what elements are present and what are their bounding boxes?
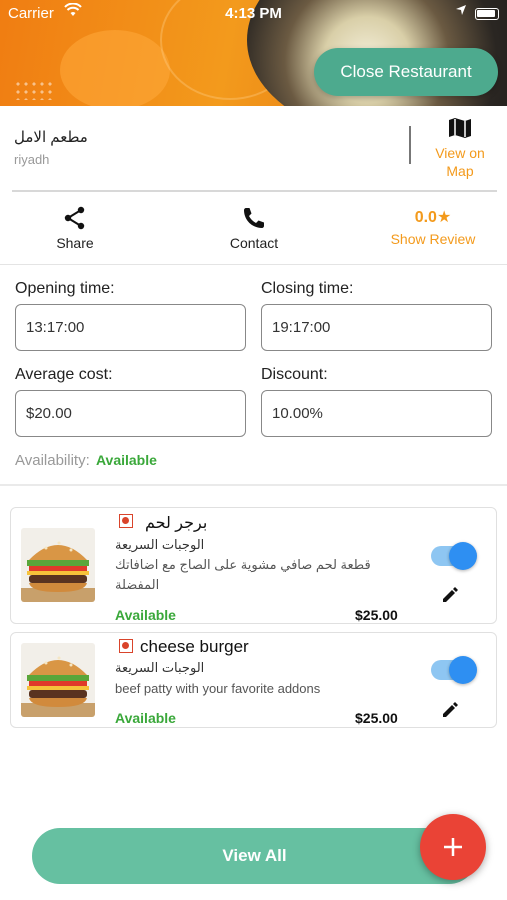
divider — [409, 126, 411, 164]
availability-row: Availability: Available — [15, 452, 157, 469]
location-arrow-icon — [455, 4, 467, 19]
edit-icon[interactable] — [441, 701, 459, 719]
menu-item-category: الوجبات السريعة — [115, 660, 205, 675]
non-veg-icon — [119, 639, 133, 653]
edit-icon[interactable] — [441, 586, 459, 604]
non-veg-icon — [119, 514, 133, 528]
burger-image — [21, 528, 95, 602]
availability-toggle[interactable] — [431, 542, 477, 570]
menu-item-status: Available — [115, 710, 176, 726]
menu-item-title: cheese burger — [140, 637, 249, 656]
divider — [0, 484, 507, 486]
view-all-button[interactable]: View All — [32, 828, 477, 884]
view-on-map-label: View on Map — [435, 145, 485, 179]
availability-toggle[interactable] — [431, 656, 477, 684]
contact-label: Contact — [229, 235, 279, 251]
closing-time-field[interactable]: 19:17:00 — [261, 304, 492, 351]
menu-item-description: قطعة لحم صافي مشوية على الصاج مع اضافاتك… — [115, 557, 371, 592]
status-bar: Carrier 4:13 PM — [0, 0, 507, 28]
discount-field[interactable]: 10.00% — [261, 390, 492, 437]
discount-label: Discount: — [261, 366, 328, 383]
opening-time-field[interactable]: 13:17:00 — [15, 304, 246, 351]
menu-item-category: الوجبات السريعة — [115, 537, 205, 552]
availability-value: Available — [95, 452, 157, 468]
menu-item-description: beef patty with your favorite addons — [115, 681, 321, 696]
rating: 0.0★ — [378, 207, 488, 227]
action-row: Share Contact 0.0★ Show Review — [0, 195, 507, 265]
contact-button[interactable]: Contact — [214, 205, 294, 251]
restaurant-city: riyadh — [14, 152, 50, 167]
plus-icon — [444, 838, 462, 856]
share-label: Share — [56, 235, 94, 251]
map-icon — [449, 118, 471, 138]
view-on-map-button[interactable]: View on Map — [424, 116, 496, 180]
toggle-knob — [449, 656, 477, 684]
availability-label: Availability: — [15, 452, 90, 469]
star-icon: ★ — [436, 209, 452, 226]
menu-item-price: $25.00 — [355, 710, 398, 726]
average-cost-label: Average cost: — [15, 366, 113, 383]
share-button[interactable]: Share — [45, 205, 105, 251]
menu-item-price: $25.00 — [355, 607, 398, 623]
add-item-button[interactable] — [420, 814, 486, 880]
show-review-label: Show Review — [390, 231, 476, 247]
clock: 4:13 PM — [225, 5, 282, 22]
average-cost-field[interactable]: $20.00 — [15, 390, 246, 437]
header-banner: Carrier 4:13 PM Close Restaurant — [0, 0, 507, 106]
share-icon — [64, 206, 85, 230]
rating-value: 0.0 — [414, 209, 437, 226]
divider — [0, 264, 507, 265]
toggle-knob — [449, 542, 477, 570]
phone-icon — [244, 208, 264, 228]
menu-item-card[interactable]: برجر لحم الوجبات السريعة قطعة لحم صافي م… — [10, 507, 497, 624]
restaurant-name: مطعم الامل — [14, 129, 88, 146]
banner-decoration — [60, 30, 170, 106]
close-restaurant-button[interactable]: Close Restaurant — [314, 48, 498, 96]
burger-image — [21, 643, 95, 717]
opening-time-label: Opening time: — [15, 280, 115, 297]
menu-item-card[interactable]: cheese burger الوجبات السريعة beef patty… — [10, 632, 497, 728]
menu-item-status: Available — [115, 607, 176, 623]
show-review-button[interactable]: 0.0★ Show Review — [378, 205, 488, 247]
restaurant-info: مطعم الامل riyadh View on Map — [0, 106, 507, 192]
divider — [12, 190, 497, 192]
menu-item-title: برجر لحم — [145, 515, 208, 532]
closing-time-label: Closing time: — [261, 280, 354, 297]
battery-icon — [475, 8, 499, 20]
banner-dots — [14, 80, 54, 100]
